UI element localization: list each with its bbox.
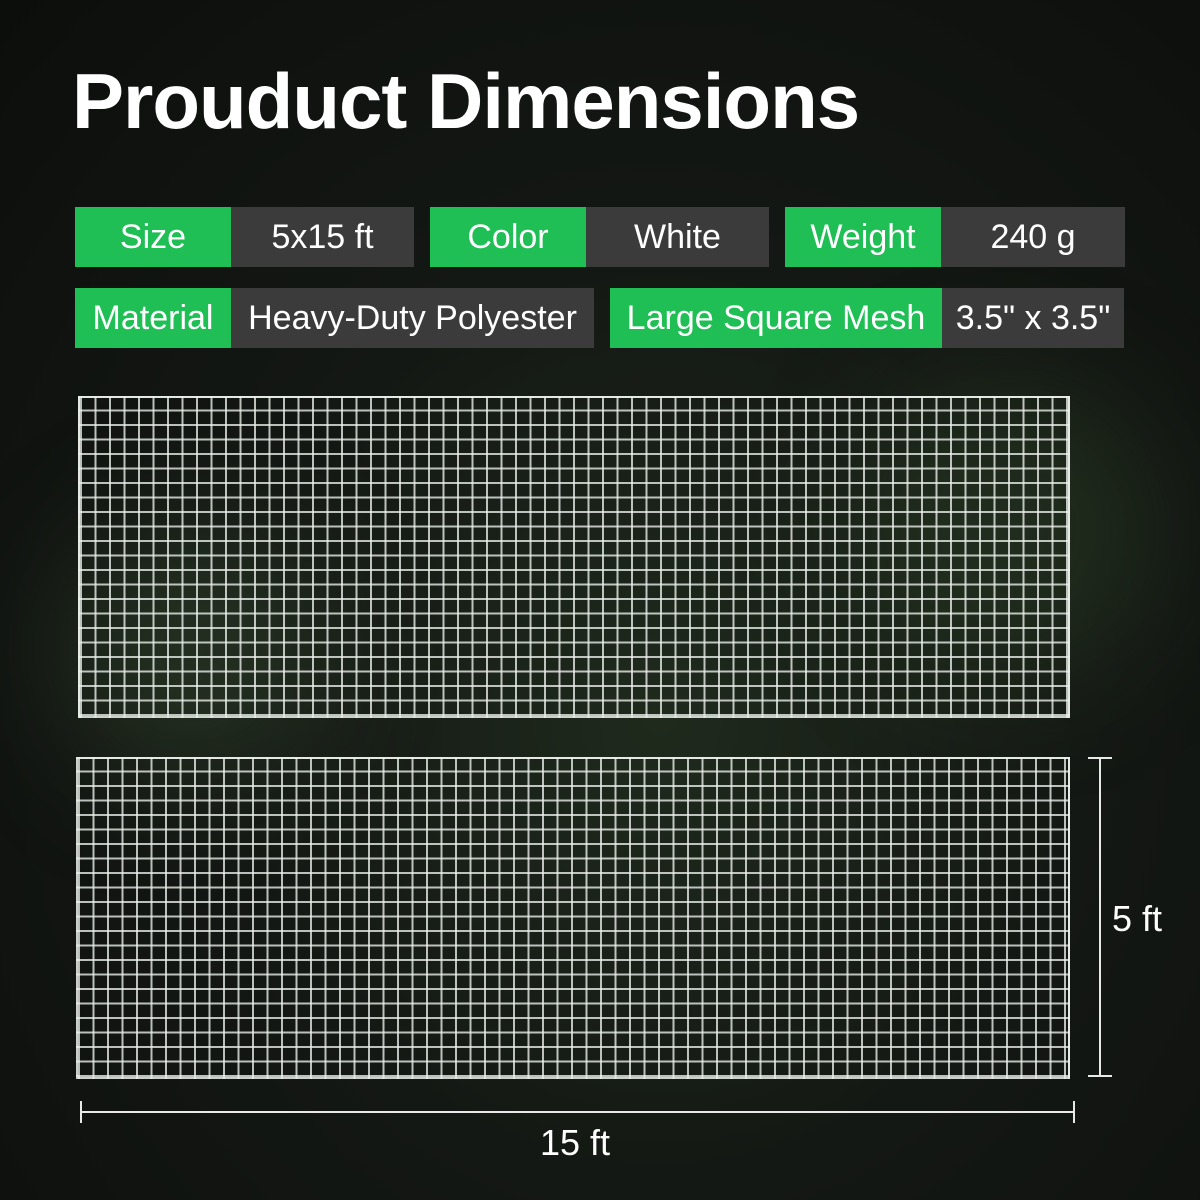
height-dimension-line <box>1099 757 1101 1077</box>
height-dimension-cap-bottom <box>1088 1075 1112 1077</box>
spec-material-label: Material <box>75 288 231 348</box>
spec-color-label: Color <box>430 207 586 267</box>
spec-size-value: 5x15 ft <box>231 207 414 267</box>
spec-material: Material Heavy-Duty Polyester <box>75 288 594 348</box>
height-dimension-cap-top <box>1088 757 1112 759</box>
page-title: Prouduct Dimensions <box>72 57 860 145</box>
net-panel-bottom <box>76 757 1070 1079</box>
width-dimension-label: 15 ft <box>540 1122 611 1163</box>
spec-mesh-value: 3.5" x 3.5" <box>942 288 1124 348</box>
width-dimension-line <box>80 1111 1074 1113</box>
spec-mesh: Large Square Mesh 3.5" x 3.5" <box>610 288 1124 348</box>
spec-size: Size 5x15 ft <box>75 207 414 267</box>
spec-weight-label: Weight <box>785 207 941 267</box>
width-dimension-cap-right <box>1073 1101 1075 1123</box>
height-dimension-label: 5 ft <box>1112 898 1163 939</box>
spec-weight: Weight 240 g <box>785 207 1125 267</box>
net-panel-top <box>78 396 1070 718</box>
width-dimension-cap-left <box>80 1101 82 1123</box>
spec-color: Color White <box>430 207 769 267</box>
spec-mesh-label: Large Square Mesh <box>610 288 942 348</box>
spec-size-label: Size <box>75 207 231 267</box>
spec-color-value: White <box>586 207 769 267</box>
spec-material-value: Heavy-Duty Polyester <box>231 288 594 348</box>
spec-weight-value: 240 g <box>941 207 1125 267</box>
